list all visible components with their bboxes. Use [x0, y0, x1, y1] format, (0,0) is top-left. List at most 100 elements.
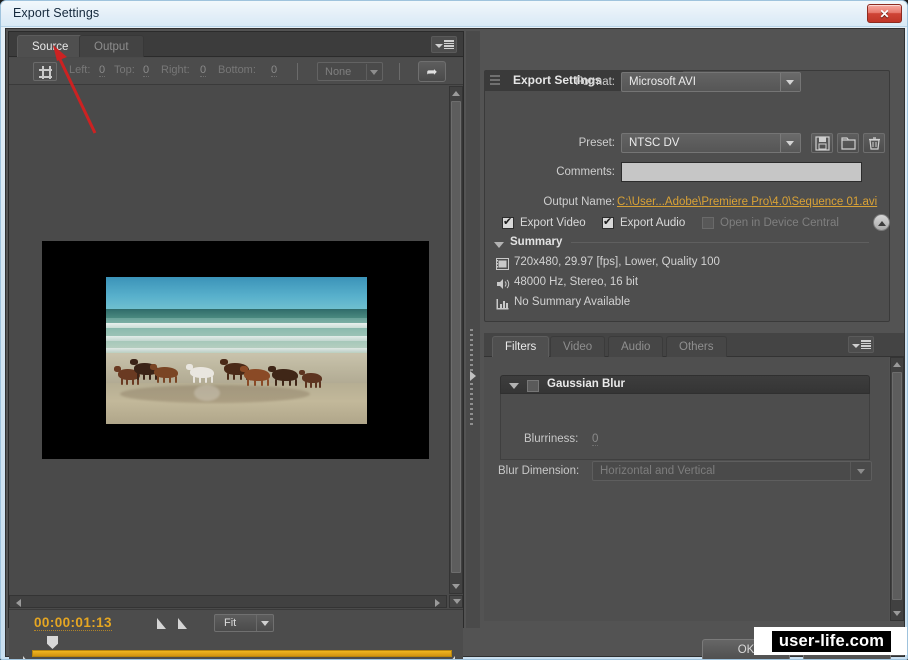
- current-timecode[interactable]: 00:00:01:13: [34, 615, 112, 631]
- preset-label: Preset:: [578, 137, 615, 149]
- splitter-grip-top: [470, 329, 473, 371]
- panel-menu-icon[interactable]: [848, 336, 874, 353]
- zoom-level-value: Fit: [224, 617, 237, 629]
- dropdown-separator: [256, 615, 257, 631]
- source-output-tabbar: Source Output: [9, 32, 463, 57]
- preview-image: [106, 277, 367, 424]
- summary-audio-row: 48000 Hz, Stereo, 16 bit: [514, 276, 639, 288]
- crop-bottom-value[interactable]: 0: [271, 64, 278, 77]
- crop-bottom-label: Bottom:: [218, 64, 256, 76]
- dropdown-button[interactable]: [780, 134, 800, 152]
- preview-vertical-scrollbar[interactable]: [449, 86, 463, 594]
- timeline-out-point-icon[interactable]: [445, 656, 455, 659]
- chevron-down-icon: [370, 70, 378, 75]
- tab-source[interactable]: Source: [17, 35, 84, 57]
- crop-top-label: Top:: [114, 64, 135, 76]
- scroll-down-icon[interactable]: [452, 584, 460, 589]
- filters-vertical-scrollbar[interactable]: [890, 357, 904, 621]
- crop-left-value[interactable]: 0: [99, 64, 106, 77]
- summary-disclosure-icon[interactable]: [494, 242, 504, 248]
- output-name-link[interactable]: C:\User...Adobe\Premiere Pro\4.0\Sequenc…: [617, 196, 877, 208]
- crop-right-label: Right:: [161, 64, 190, 76]
- summary-video-row: 720x480, 29.97 [fps], Lower, Quality 100: [514, 256, 720, 268]
- export-audio-checkbox[interactable]: [602, 215, 614, 229]
- summary-label: Summary: [510, 236, 563, 248]
- crop-tool-icon[interactable]: [33, 62, 57, 81]
- blurriness-value[interactable]: 0: [592, 433, 599, 446]
- crop-top-value[interactable]: 0: [143, 64, 150, 77]
- dropdown-separator: [850, 462, 851, 480]
- open-device-central-label: Open in Device Central: [720, 217, 839, 229]
- toolbar-separator: [297, 63, 298, 80]
- close-icon: ✕: [879, 6, 890, 21]
- scroll-down-icon[interactable]: [893, 611, 901, 616]
- export-video-checkbox[interactable]: [502, 215, 514, 229]
- import-preset-icon[interactable]: [837, 133, 859, 153]
- window-titlebar: Export Settings ✕: [1, 1, 907, 27]
- panel-grip-icon: [490, 75, 500, 86]
- timeline-in-point-icon[interactable]: [23, 656, 33, 659]
- blur-dimension-dropdown[interactable]: Horizontal and Vertical: [592, 461, 872, 481]
- format-dropdown[interactable]: Microsoft AVI: [621, 72, 801, 92]
- tab-output[interactable]: Output: [79, 35, 144, 57]
- splitter-grip-bottom: [470, 383, 473, 425]
- crop-aspect-value: None: [325, 66, 352, 78]
- chevron-down-icon: [857, 469, 865, 474]
- gaussian-blur-disclosure-icon[interactable]: [509, 383, 519, 389]
- video-frame: [42, 241, 429, 459]
- panel-menu-icon[interactable]: [431, 36, 457, 53]
- scroll-left-icon[interactable]: [16, 599, 21, 607]
- mark-out-icon[interactable]: [178, 618, 187, 629]
- bar-chart-icon: [496, 297, 510, 315]
- chevron-down-icon: [786, 80, 794, 85]
- output-name-label: Output Name:: [543, 196, 615, 208]
- settings-pane: Export Settings Format: Microsoft AVI Pr…: [480, 31, 904, 628]
- toolbar-separator-2: [399, 63, 400, 80]
- crop-right-value[interactable]: 0: [200, 64, 207, 77]
- watermark-text: user-life.com: [771, 630, 892, 652]
- chevron-down-icon: [261, 621, 269, 626]
- chevron-down-icon: [453, 599, 461, 604]
- chevron-down-icon: [786, 141, 794, 146]
- blurriness-label: Blurriness:: [524, 433, 579, 445]
- delete-preset-icon[interactable]: [863, 133, 885, 153]
- filters-body: Gaussian Blur Blurriness: 0 Blur Dimensi…: [484, 357, 889, 621]
- gaussian-blur-checkbox[interactable]: [527, 380, 539, 392]
- export-settings-window: Export Settings ✕ Source Output Left: 0 …: [0, 0, 908, 660]
- scroll-up-icon[interactable]: [893, 362, 901, 367]
- tab-audio[interactable]: Audio: [608, 336, 664, 357]
- collapse-chevron-icon[interactable]: [873, 214, 890, 231]
- save-preset-icon[interactable]: [811, 133, 833, 153]
- crop-apply-icon[interactable]: ➦: [418, 61, 446, 82]
- summary-other-row: No Summary Available: [514, 296, 631, 308]
- export-audio-label: Export Audio: [620, 217, 686, 229]
- pane-splitter[interactable]: [466, 31, 480, 628]
- crop-left-label: Left:: [69, 64, 91, 76]
- tab-others[interactable]: Others: [666, 336, 727, 357]
- dialog-body: Source Output Left: 0 Top: 0 Right: 0 Bo…: [5, 28, 905, 659]
- video-preview-area[interactable]: Source: 1920 w X 1080 h Output: 720 w X …: [9, 86, 447, 648]
- preset-value: NTSC DV: [629, 137, 680, 149]
- splitter-collapse-icon[interactable]: [470, 371, 476, 381]
- open-device-central-checkbox: [702, 217, 714, 229]
- gaussian-blur-header: Gaussian Blur: [500, 375, 870, 394]
- scrollbar-thumb[interactable]: [892, 372, 902, 600]
- comments-input[interactable]: [621, 162, 862, 182]
- close-button[interactable]: ✕: [867, 4, 902, 23]
- mark-in-icon[interactable]: [157, 618, 166, 629]
- scroll-right-icon[interactable]: [435, 599, 440, 607]
- tab-filters[interactable]: Filters: [492, 336, 550, 357]
- gaussian-blur-body: [500, 394, 870, 460]
- export-video-label: Export Video: [520, 217, 586, 229]
- crop-aspect-dropdown[interactable]: None: [317, 62, 383, 81]
- blur-dimension-label: Blur Dimension:: [498, 465, 580, 477]
- preview-horizontal-scrollbar[interactable]: [9, 595, 447, 608]
- crop-toolbar: Left: 0 Top: 0 Right: 0 Bottom: 0 None ➦: [9, 58, 463, 85]
- preset-dropdown[interactable]: NTSC DV: [621, 133, 801, 153]
- scroll-up-icon[interactable]: [452, 91, 460, 96]
- comments-label: Comments:: [556, 166, 615, 178]
- tab-video[interactable]: Video: [550, 336, 606, 357]
- blur-dimension-value: Horizontal and Vertical: [600, 465, 716, 477]
- dropdown-button[interactable]: [780, 73, 800, 91]
- scrollbar-thumb[interactable]: [451, 101, 461, 573]
